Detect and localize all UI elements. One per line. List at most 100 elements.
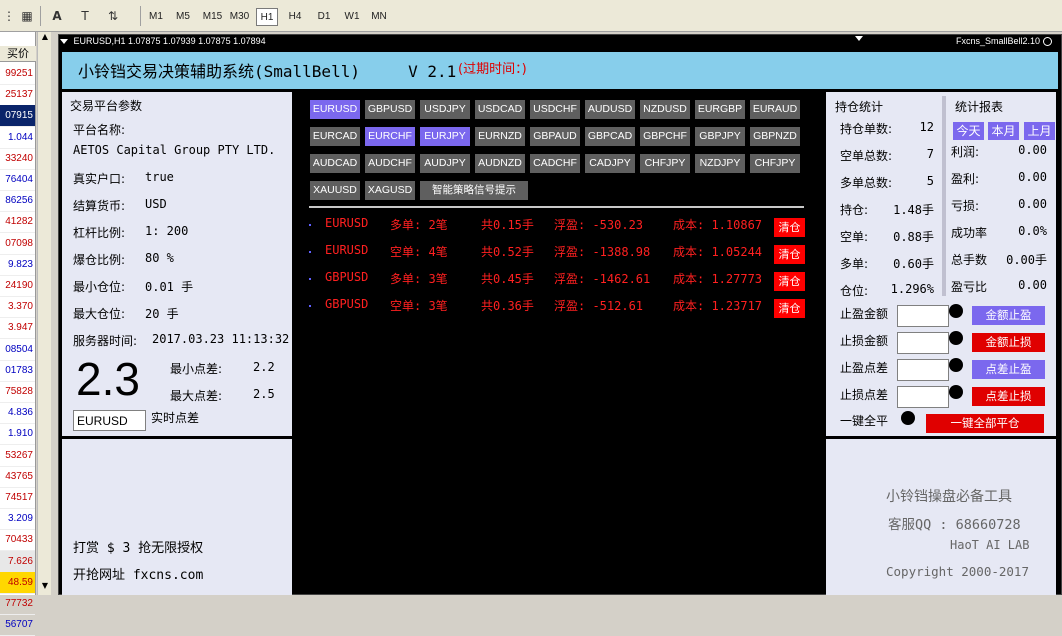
scroll-down-icon[interactable]: ▼ [39,581,51,595]
symbol-button-audnzd[interactable]: AUDNZD [475,154,525,173]
report-tab-0[interactable]: 今天 [953,122,984,140]
price-cell[interactable]: 9.823 [0,254,35,276]
price-cell[interactable]: 3.370 [0,296,35,319]
clear-position-button[interactable]: 清仓 [774,272,805,291]
price-cell[interactable]: 75828 [0,381,35,403]
symbol-button-chfjpy[interactable]: CHFJPY [640,154,690,173]
properties-icon[interactable]: ⋮ [0,8,18,24]
tp-points-input[interactable] [897,359,949,381]
price-cell[interactable]: 77732 [0,593,35,615]
symbol-button-usdcad[interactable]: USDCAD [475,100,525,119]
symbol-button-usdjpy[interactable]: USDJPY [420,100,470,119]
sl-points-button[interactable]: 点差止损 [972,387,1045,406]
symbol-button-nzdusd[interactable]: NZDUSD [640,100,690,119]
symbol-input[interactable] [73,410,146,431]
price-cell[interactable]: 56707 [0,614,35,636]
symbol-button-xauusd[interactable]: XAUUSD [310,181,360,200]
price-column-header[interactable]: 买价 [0,46,36,62]
clear-position-button[interactable]: 清仓 [774,299,805,318]
price-cell[interactable]: 08504 [0,339,35,361]
price-cell[interactable]: 1.044 [0,127,35,149]
price-cell[interactable]: 3.209 [0,508,35,531]
price-cell[interactable]: 07915 [0,105,35,128]
tp-points-button[interactable]: 点差止盈 [972,360,1045,379]
symbol-button-eurcad[interactable]: EURCAD [310,127,360,146]
symbol-button-cadchf[interactable]: CADCHF [530,154,580,173]
symbol-button-audusd[interactable]: AUDUSD [585,100,635,119]
symbol-button-gbpcad[interactable]: GBPCAD [585,127,635,146]
price-cell[interactable]: 33240 [0,148,35,170]
symbol-button-eurnzd[interactable]: EURNZD [475,127,525,146]
report-tab-1[interactable]: 本月 [988,122,1019,140]
symbol-button-eurchf[interactable]: EURCHF [365,127,415,146]
chart-menu-icon[interactable] [60,39,68,45]
price-cell[interactable]: 07098 [0,233,35,255]
sl-amount-toggle[interactable] [949,331,963,345]
symbol-button-chfjpy[interactable]: CHFJPY [750,154,800,173]
timeframe-m1[interactable]: M1 [145,8,167,26]
timeframe-m15[interactable]: M15 [199,8,226,26]
tp-amount-toggle[interactable] [949,304,963,318]
close-all-toggle[interactable] [901,411,915,425]
symbol-button-eurusd[interactable]: EURUSD [310,100,360,119]
toolbar: ⋮ ▦ A T ⇅ M1 M5 M15 M30 H1 H4 D1 W1 MN [0,0,1062,32]
price-cell[interactable]: 41282 [0,211,35,234]
grid-icon[interactable]: ▦ [18,8,36,24]
vertical-scrollbar[interactable]: ▲ ▼ [37,32,51,595]
report-tab-2[interactable]: 上月 [1024,122,1055,140]
symbol-button-gbpchf[interactable]: GBPCHF [640,127,690,146]
clear-position-button[interactable]: 清仓 [774,218,805,237]
timeframe-h1[interactable]: H1 [256,8,278,26]
price-cell[interactable]: 3.947 [0,317,35,340]
symbol-button-usdchf[interactable]: USDCHF [530,100,580,119]
price-cell[interactable]: 7.626 [0,550,35,573]
symbol-button-euraud[interactable]: EURAUD [750,100,800,119]
price-cell[interactable]: 99251 [0,63,35,85]
price-cell[interactable]: 86256 [0,190,35,213]
text-label-icon[interactable]: T [76,8,94,24]
symbol-button-eurgbp[interactable]: EURGBP [695,100,745,119]
signal-tips-button[interactable]: 智能策略信号提示 [420,181,528,200]
symbol-button-audcad[interactable]: AUDCAD [310,154,360,173]
timeframe-mn[interactable]: MN [368,8,390,26]
symbol-button-eurjpy[interactable]: EURJPY [420,127,470,146]
price-cell[interactable]: 25137 [0,84,35,107]
price-cell[interactable]: 74517 [0,487,35,509]
symbol-button-gbpjpy[interactable]: GBPJPY [695,127,745,146]
symbol-button-gbpnzd[interactable]: GBPNZD [750,127,800,146]
price-cell[interactable]: 24190 [0,275,35,297]
timeframe-w1[interactable]: W1 [341,8,363,26]
sl-points-input[interactable] [897,386,949,408]
tp-amount-input[interactable] [897,305,949,327]
sl-amount-input[interactable] [897,332,949,354]
timeframe-m5[interactable]: M5 [172,8,194,26]
timeframe-h4[interactable]: H4 [284,8,306,26]
promo-line-2[interactable]: 开抢网址 fxcns.com [73,564,203,583]
text-tool-icon[interactable]: A [48,8,66,24]
price-cell[interactable]: 01783 [0,360,35,382]
tp-points-toggle[interactable] [949,358,963,372]
scroll-up-icon[interactable]: ▲ [39,32,51,46]
timeframe-d1[interactable]: D1 [313,8,335,26]
symbol-button-gbpaud[interactable]: GBPAUD [530,127,580,146]
symbol-button-xagusd[interactable]: XAGUSD [365,181,415,200]
symbol-button-nzdjpy[interactable]: NZDJPY [695,154,745,173]
close-all-button[interactable]: 一键全部平仓 [926,414,1044,433]
symbol-button-gbpusd[interactable]: GBPUSD [365,100,415,119]
symbol-button-audchf[interactable]: AUDCHF [365,154,415,173]
symbol-button-audjpy[interactable]: AUDJPY [420,154,470,173]
price-cell[interactable]: 70433 [0,529,35,552]
price-cell[interactable]: 48.59 [0,571,35,594]
tp-amount-button[interactable]: 金额止盈 [972,306,1045,325]
symbol-button-cadjpy[interactable]: CADJPY [585,154,635,173]
clear-position-button[interactable]: 清仓 [774,245,805,264]
price-cell[interactable]: 4.836 [0,402,35,425]
arrows-icon[interactable]: ⇅ [104,8,122,24]
price-cell[interactable]: 43765 [0,466,35,488]
price-cell[interactable]: 53267 [0,445,35,467]
price-cell[interactable]: 1.910 [0,423,35,446]
timeframe-m30[interactable]: M30 [226,8,253,26]
price-cell[interactable]: 76404 [0,169,35,191]
sl-points-toggle[interactable] [949,385,963,399]
sl-amount-button[interactable]: 金额止损 [972,333,1045,352]
